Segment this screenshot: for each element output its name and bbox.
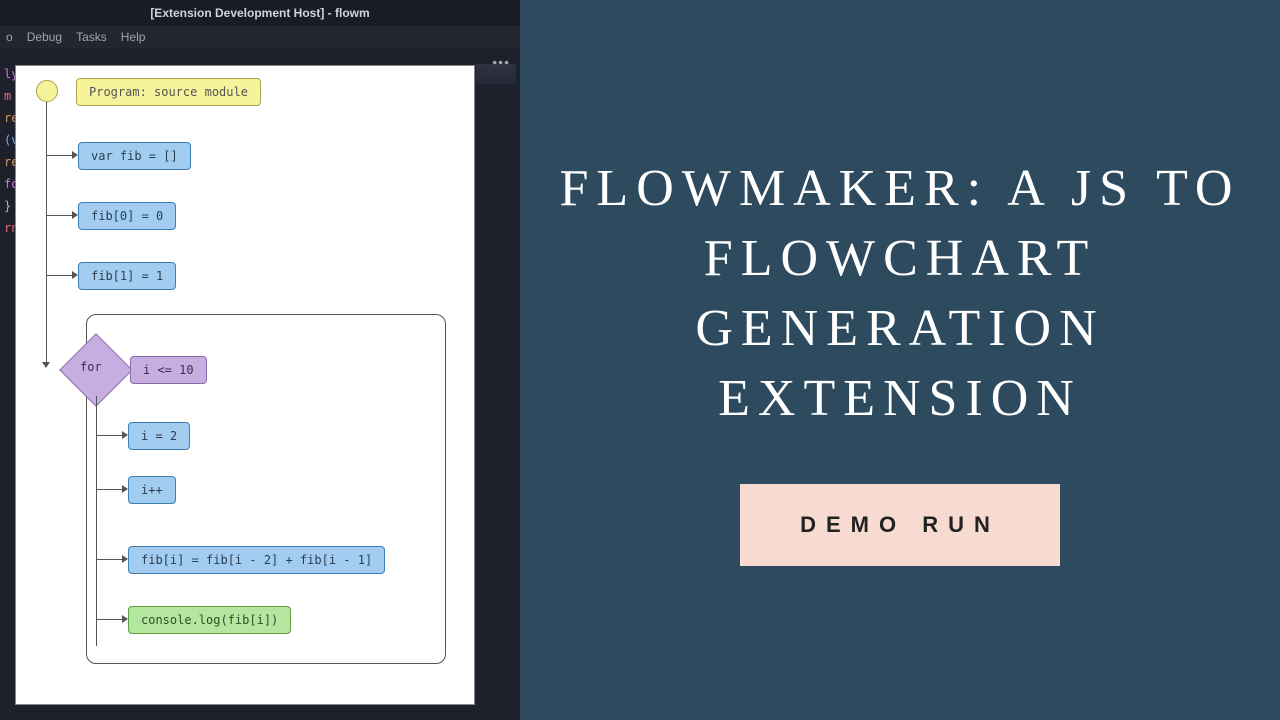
menu-item-debug[interactable]: Debug <box>27 30 62 44</box>
connector <box>96 559 124 560</box>
flow-node-log: console.log(fib[i]) <box>128 606 291 634</box>
flow-for-condition: i <= 10 <box>130 356 207 384</box>
flow-node-incr: i++ <box>128 476 176 504</box>
flow-node-fib: fib[i] = fib[i - 2] + fib[i - 1] <box>128 546 385 574</box>
menu-item-go[interactable]: o <box>6 30 13 44</box>
arrow-icon <box>42 362 50 368</box>
connector <box>46 275 74 276</box>
minimap[interactable] <box>476 64 516 84</box>
connector <box>96 435 124 436</box>
connector <box>46 215 74 216</box>
connector <box>46 155 74 156</box>
flow-node-init: i = 2 <box>128 422 190 450</box>
connector <box>46 102 47 366</box>
window-title: [Extension Development Host] - flowm <box>0 0 520 26</box>
connector <box>96 489 124 490</box>
menu-item-tasks[interactable]: Tasks <box>76 30 107 44</box>
flowchart-canvas[interactable]: Program: source module var fib = [] fib[… <box>15 65 475 705</box>
flow-start-label: Program: source module <box>76 78 261 106</box>
connector <box>96 396 97 646</box>
menu-item-help[interactable]: Help <box>121 30 146 44</box>
slide-panel: FLOWMAKER: A JS TO FLOWCHART GENERATION … <box>520 0 1280 720</box>
slide-headline: FLOWMAKER: A JS TO FLOWCHART GENERATION … <box>550 154 1250 435</box>
flow-node-assign0: fib[0] = 0 <box>78 202 176 230</box>
connector <box>96 619 124 620</box>
ide-panel: [Extension Development Host] - flowm o D… <box>0 0 520 720</box>
flow-for-label: for <box>80 360 102 374</box>
menubar: o Debug Tasks Help <box>0 26 520 48</box>
flow-node-var: var fib = [] <box>78 142 191 170</box>
flow-start-dot <box>36 80 58 102</box>
slide-badge: DEMO RUN <box>740 484 1060 566</box>
flow-node-assign1: fib[1] = 1 <box>78 262 176 290</box>
